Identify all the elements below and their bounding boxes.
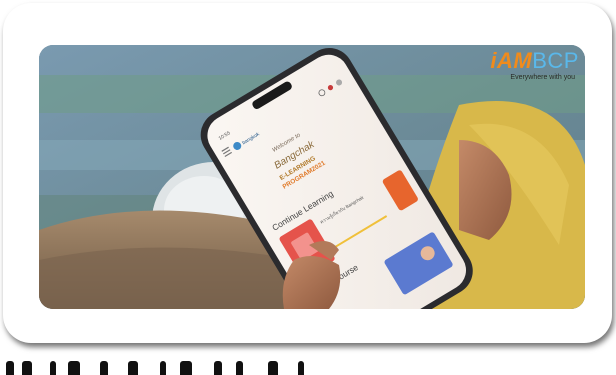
hero-photo: 10:55 bangkok Welcome to Bangchak E-LEAR… xyxy=(39,45,585,309)
brand-logo: iAMBCP Everywhere with you xyxy=(489,48,579,82)
media-card: 10:55 bangkok Welcome to Bangchak E-LEAR… xyxy=(3,3,612,343)
brand-mark-part2: BCP xyxy=(532,48,579,73)
brand-tagline: Everywhere with you xyxy=(510,74,575,81)
brand-mark-part1: iAM xyxy=(490,48,533,73)
photo-scene: 10:55 bangkok Welcome to Bangchak E-LEAR… xyxy=(39,45,585,309)
cropped-text-strip xyxy=(0,355,616,375)
